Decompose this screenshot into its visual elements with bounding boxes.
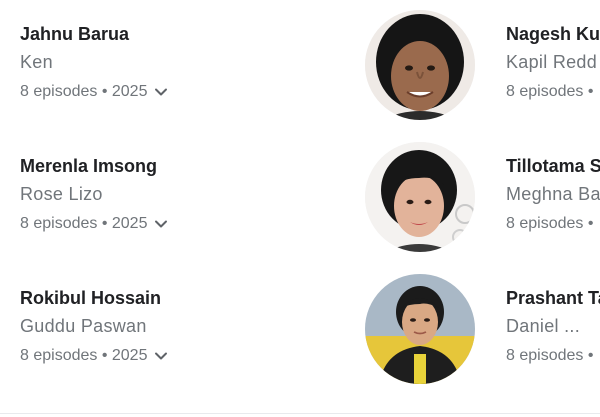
episodes-toggle[interactable]: 8 episodes •	[506, 345, 600, 367]
character-name: Ken	[20, 52, 53, 72]
avatar[interactable]	[365, 274, 475, 384]
actor-name[interactable]: Rokibul Hossain	[20, 287, 169, 309]
episodes-count: 8 episodes •	[506, 83, 594, 100]
cast-member-info: Merenla Imsong Rose Lizo 8 episodes • 20…	[20, 155, 169, 235]
actor-name[interactable]: Jahnu Barua	[20, 23, 169, 45]
character-name: Rose Lizo	[20, 184, 103, 204]
cast-member-info: Nagesh Ku Kapil Redd 8 episodes •	[506, 23, 600, 103]
avatar[interactable]	[365, 142, 475, 252]
chevron-down-icon[interactable]	[153, 216, 169, 232]
character-name: Daniel ...	[506, 316, 581, 336]
cast-list: Jahnu Barua Ken 8 episodes • 2025 Nagesh…	[0, 0, 600, 417]
cast-member-card[interactable]: Tillotama S Meghna Ba 8 episodes •	[365, 142, 600, 252]
cast-member-info: Jahnu Barua Ken 8 episodes • 2025	[20, 23, 169, 103]
episodes-toggle[interactable]: 8 episodes • 2025	[20, 345, 169, 367]
actor-name[interactable]: Tillotama S	[506, 155, 600, 177]
cast-member-info: Rokibul Hossain Guddu Paswan 8 episodes …	[20, 287, 169, 367]
character-name: Meghna Ba	[506, 184, 600, 204]
cast-member-card[interactable]: Jahnu Barua Ken 8 episodes • 2025	[20, 10, 340, 120]
chevron-down-icon[interactable]	[153, 84, 169, 100]
episodes-toggle[interactable]: 8 episodes •	[506, 81, 600, 103]
chevron-down-icon[interactable]	[153, 348, 169, 364]
episodes-count: 8 episodes • 2025	[20, 347, 148, 364]
episodes-toggle[interactable]: 8 episodes • 2025	[20, 81, 169, 103]
episodes-toggle[interactable]: 8 episodes • 2025	[20, 213, 169, 235]
cast-member-info: Tillotama S Meghna Ba 8 episodes •	[506, 155, 600, 235]
character-name: Guddu Paswan	[20, 316, 147, 336]
episodes-count: 8 episodes • 2025	[20, 215, 148, 232]
character-name: Kapil Redd	[506, 52, 598, 72]
episodes-count: 8 episodes • 2025	[20, 83, 148, 100]
actor-name[interactable]: Nagesh Ku	[506, 23, 600, 45]
cast-member-card[interactable]: Prashant Ta Daniel ... 8 episodes •	[365, 274, 600, 384]
avatar[interactable]	[365, 10, 475, 120]
actor-name[interactable]: Prashant Ta	[506, 287, 600, 309]
episodes-toggle[interactable]: 8 episodes •	[506, 213, 600, 235]
episodes-count: 8 episodes •	[506, 347, 594, 364]
cast-member-info: Prashant Ta Daniel ... 8 episodes •	[506, 287, 600, 367]
actor-name[interactable]: Merenla Imsong	[20, 155, 169, 177]
cast-member-card[interactable]: Rokibul Hossain Guddu Paswan 8 episodes …	[20, 274, 340, 384]
divider	[0, 413, 600, 414]
episodes-count: 8 episodes •	[506, 215, 594, 232]
cast-member-card[interactable]: Nagesh Ku Kapil Redd 8 episodes •	[365, 10, 600, 120]
cast-member-card[interactable]: Merenla Imsong Rose Lizo 8 episodes • 20…	[20, 142, 340, 252]
